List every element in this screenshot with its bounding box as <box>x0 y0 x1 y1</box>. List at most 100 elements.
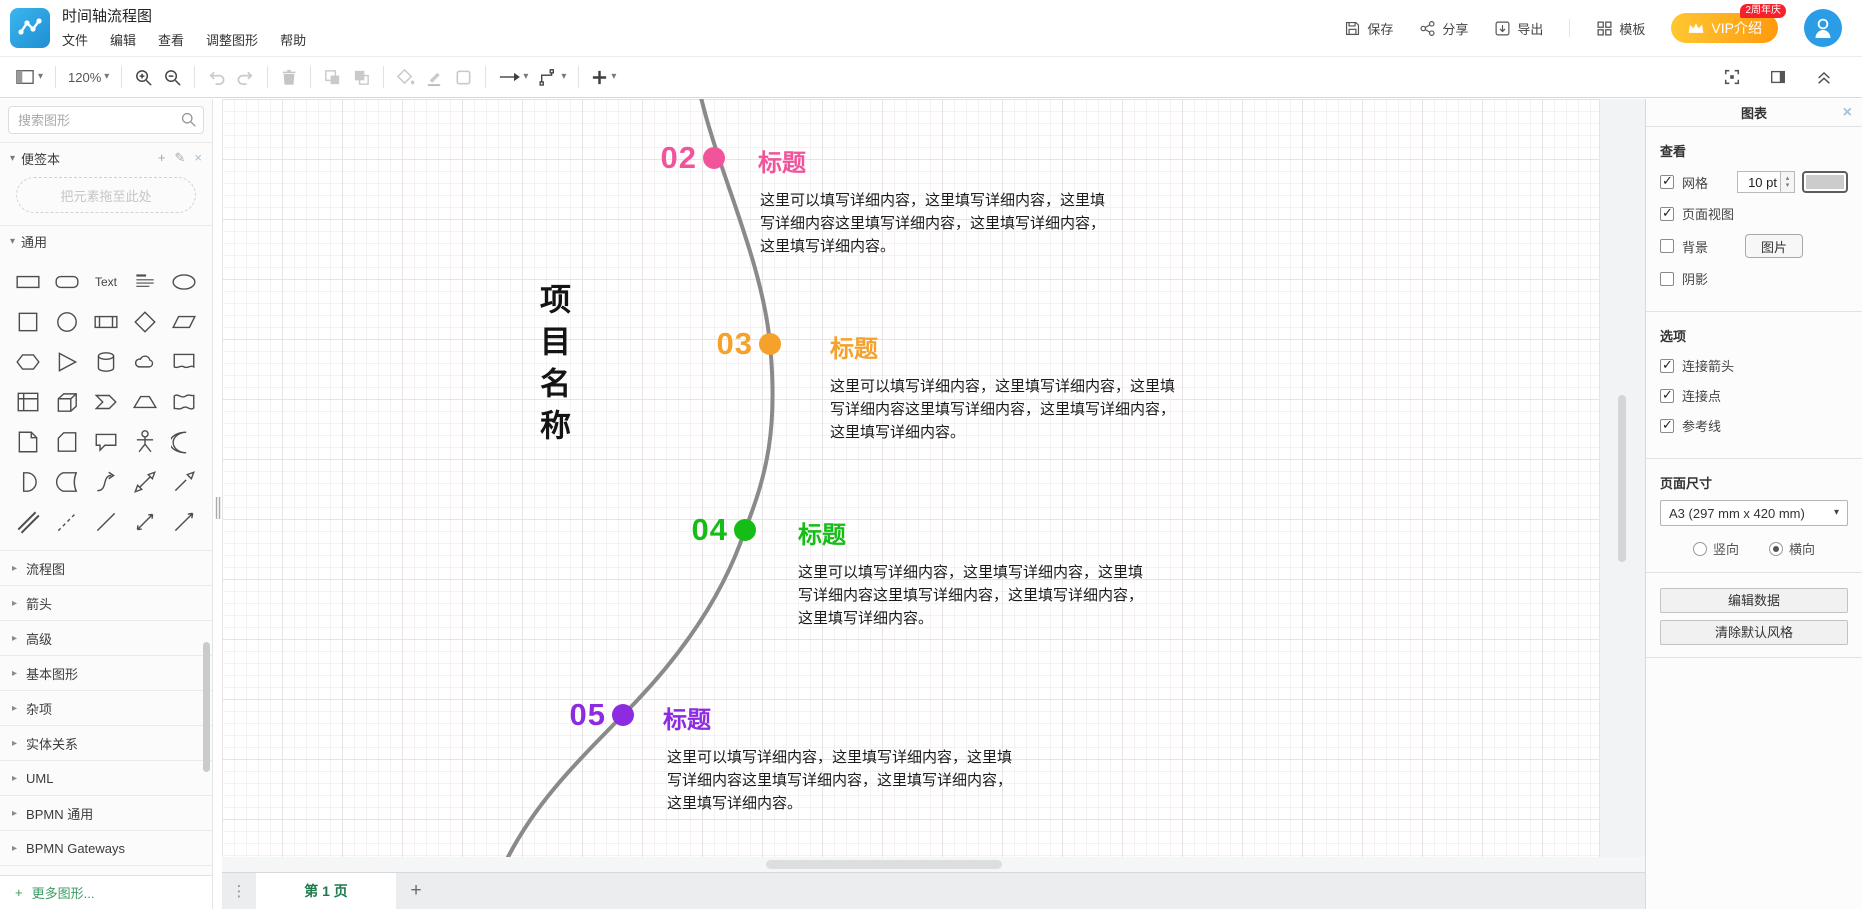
panel-close-icon[interactable]: × <box>1843 104 1852 122</box>
shape-triangle[interactable] <box>51 346 83 378</box>
category-basic-shapes[interactable]: ▸基本图形 <box>0 655 212 690</box>
share-button[interactable]: 分享 <box>1419 19 1468 38</box>
shape-bidirectional-arrow[interactable] <box>129 466 161 498</box>
background-image-button[interactable]: 图片 <box>1745 234 1803 258</box>
save-button[interactable]: 保存 <box>1344 19 1393 38</box>
scratchpad-section-header[interactable]: ▾ 便签本 + ✎ × <box>0 142 212 173</box>
timeline-desc-02[interactable]: 这里可以填写详细内容，这里填写详细内容，这里填写详细内容这里填写详细内容，这里填… <box>760 189 1112 258</box>
drawing-canvas[interactable]: 项目名称 02 标题 这里可以填写详细内容，这里填写详细内容，这里填写详细内容这… <box>222 99 1600 857</box>
shape-callout[interactable] <box>90 426 122 458</box>
shape-parallelogram[interactable] <box>168 306 200 338</box>
shape-diagonal-arrow[interactable] <box>168 466 200 498</box>
shape-card[interactable] <box>51 426 83 458</box>
category-flowchart[interactable]: ▸流程图 <box>0 550 212 585</box>
page-size-select[interactable]: A3 (297 mm x 420 mm) ▾ <box>1660 500 1848 526</box>
landscape-option[interactable]: 横向 <box>1769 539 1815 558</box>
shape-hexagon[interactable] <box>12 346 44 378</box>
export-button[interactable]: 导出 <box>1494 19 1543 38</box>
send-to-back-button[interactable] <box>347 64 376 91</box>
shape-line[interactable] <box>90 506 122 538</box>
timeline-number-02[interactable]: 02 <box>627 138 697 178</box>
page-tab-1[interactable]: 第 1 页 <box>256 873 396 909</box>
category-entity-relation[interactable]: ▸实体关系 <box>0 725 212 760</box>
line-color-button[interactable] <box>420 64 449 91</box>
timeline-number-03[interactable]: 03 <box>683 324 753 364</box>
delete-button[interactable] <box>275 64 303 91</box>
shape-arrow-line[interactable] <box>168 506 200 538</box>
shape-circle[interactable] <box>51 306 83 338</box>
category-misc[interactable]: ▸杂项 <box>0 690 212 725</box>
shape-note[interactable] <box>12 426 44 458</box>
portrait-radio[interactable] <box>1693 542 1707 556</box>
timeline-title-04[interactable]: 标题 <box>798 515 846 550</box>
timeline-desc-05[interactable]: 这里可以填写详细内容，这里填写详细内容，这里填写详细内容这里填写详细内容，这里填… <box>667 746 1019 815</box>
category-advanced[interactable]: ▸高级 <box>0 620 212 655</box>
shape-double-arrow-line[interactable] <box>129 506 161 538</box>
shape-textblock[interactable] <box>129 266 161 298</box>
shape-curve-arrow[interactable] <box>90 466 122 498</box>
timeline-title-05[interactable]: 标题 <box>663 700 711 735</box>
shape-trapezoid[interactable] <box>129 386 161 418</box>
app-logo-icon[interactable] <box>10 8 50 48</box>
grid-size-stepper[interactable]: ▴ ▾ <box>1781 171 1795 193</box>
shape-style-button[interactable] <box>449 64 478 91</box>
shape-process[interactable] <box>90 306 122 338</box>
category-bpmn-general[interactable]: ▸BPMN 通用 <box>0 795 212 830</box>
grid-color-swatch[interactable] <box>1802 171 1848 193</box>
timeline-number-04[interactable]: 04 <box>658 510 728 550</box>
portrait-option[interactable]: 竖向 <box>1693 539 1739 558</box>
shape-rectangle[interactable] <box>12 266 44 298</box>
menu-arrange[interactable]: 调整图形 <box>206 30 258 49</box>
timeline-dot-04[interactable] <box>734 519 756 541</box>
add-page-button[interactable]: + <box>396 873 436 909</box>
timeline-desc-04[interactable]: 这里可以填写详细内容，这里填写详细内容，这里填写详细内容这里填写详细内容，这里填… <box>798 561 1150 630</box>
scratchpad-edit-icon[interactable]: ✎ <box>175 150 186 166</box>
shape-text[interactable]: Text <box>90 266 122 298</box>
clear-default-style-button[interactable]: 清除默认风格 <box>1660 620 1848 645</box>
connector-style-dropdown[interactable]: ▾ <box>533 64 571 90</box>
general-section-header[interactable]: ▾ 通用 <box>0 225 212 256</box>
toggle-panel-button[interactable] <box>1764 64 1792 90</box>
scratchpad-add-icon[interactable]: + <box>158 150 166 166</box>
connect-arrows-checkbox[interactable] <box>1660 359 1674 373</box>
shape-square[interactable] <box>12 306 44 338</box>
menu-edit[interactable]: 编辑 <box>110 30 136 49</box>
shape-document[interactable] <box>168 346 200 378</box>
shape-cube[interactable] <box>51 386 83 418</box>
zoom-out-button[interactable] <box>158 64 187 91</box>
shape-actor[interactable] <box>129 426 161 458</box>
menu-help[interactable]: 帮助 <box>280 30 306 49</box>
background-checkbox[interactable] <box>1660 239 1674 253</box>
shape-tape[interactable] <box>168 386 200 418</box>
shadow-checkbox[interactable] <box>1660 272 1674 286</box>
shape-data-storage[interactable] <box>51 466 83 498</box>
shape-rounded-rectangle[interactable] <box>51 266 83 298</box>
bring-to-front-button[interactable] <box>318 64 347 91</box>
category-arrows[interactable]: ▸箭头 <box>0 585 212 620</box>
shape-internal-storage[interactable] <box>12 386 44 418</box>
shape-diamond[interactable] <box>129 306 161 338</box>
timeline-number-05[interactable]: 05 <box>536 695 606 735</box>
shape-and[interactable] <box>12 466 44 498</box>
pages-menu-icon[interactable]: ⋮ <box>222 873 256 909</box>
avatar[interactable] <box>1804 9 1842 47</box>
page-view-checkbox[interactable] <box>1660 207 1674 221</box>
zoom-level-dropdown[interactable]: 120% ▾ <box>63 66 114 89</box>
scratchpad-close-icon[interactable]: × <box>194 150 202 166</box>
menu-view[interactable]: 查看 <box>158 30 184 49</box>
category-bpmn-gateways[interactable]: ▸BPMN Gateways <box>0 830 212 865</box>
scratchpad-dropzone[interactable]: 把元素拖至此处 <box>16 177 196 213</box>
vip-button[interactable]: VIP介绍 2周年庆 <box>1671 13 1778 43</box>
arrow-style-dropdown[interactable]: ▾ <box>493 66 533 88</box>
template-button[interactable]: 模板 <box>1596 19 1645 38</box>
timeline-desc-03[interactable]: 这里可以填写详细内容，这里填写详细内容，这里填写详细内容这里填写详细内容，这里填… <box>830 375 1182 444</box>
shape-step[interactable] <box>90 386 122 418</box>
timeline-title-03[interactable]: 标题 <box>830 329 878 364</box>
document-title[interactable]: 时间轴流程图 <box>62 7 306 26</box>
shape-ellipse[interactable] <box>168 266 200 298</box>
collapse-toolbar-button[interactable] <box>1810 65 1838 89</box>
more-shapes-button[interactable]: + 更多图形... <box>0 875 212 909</box>
horizontal-scrollbar[interactable] <box>766 860 1002 869</box>
grid-size-input[interactable] <box>1737 171 1781 193</box>
fill-color-button[interactable] <box>391 64 420 91</box>
